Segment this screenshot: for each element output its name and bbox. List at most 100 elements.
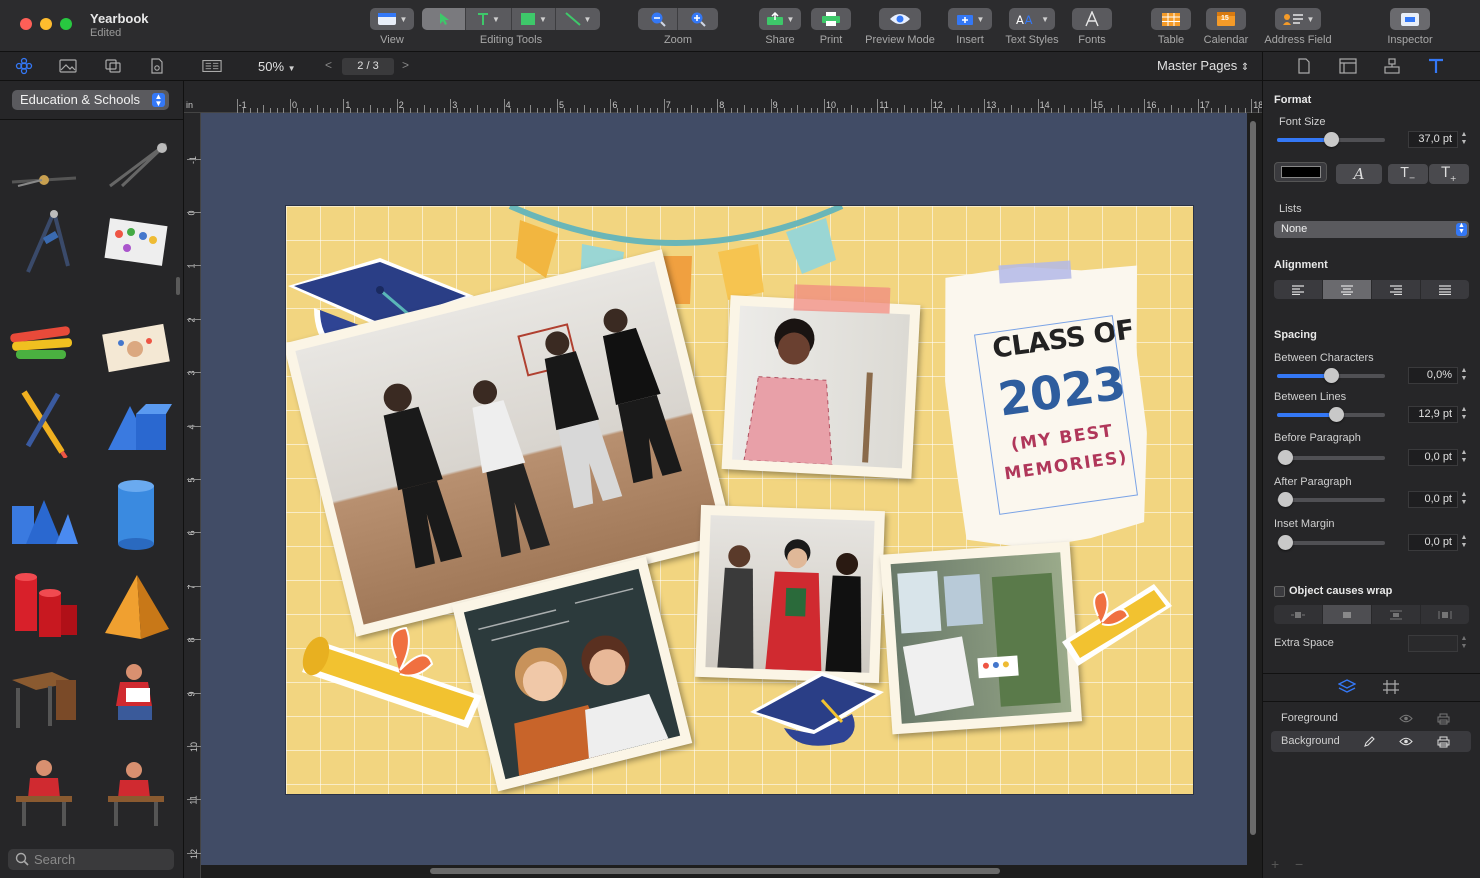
- eye-icon[interactable]: [1399, 714, 1413, 723]
- select-tool-button[interactable]: [422, 8, 466, 30]
- font-size-field[interactable]: 37,0 pt: [1408, 131, 1458, 148]
- font-size-stepper[interactable]: ▲ ▼: [1459, 131, 1469, 148]
- share-button[interactable]: ▼: [759, 8, 801, 30]
- after-paragraph-stepper[interactable]: ▲ ▼: [1459, 491, 1469, 508]
- shape-tool-button[interactable]: ▼: [512, 8, 556, 30]
- clipart-student-studying[interactable]: [100, 761, 172, 826]
- library-scrollbar[interactable]: [176, 277, 180, 295]
- page-layout-toggle[interactable]: [202, 57, 222, 75]
- photo-student-group[interactable]: [695, 504, 885, 684]
- increase-font-size-button[interactable]: T+: [1429, 164, 1469, 184]
- horizontal-ruler[interactable]: in -1 0 1 2 3 4 5 6 7 8 9 10 11 12 13 14 15 16 17 18: [184, 81, 1299, 113]
- wrap-none-button[interactable]: [1274, 605, 1323, 624]
- page-indicator[interactable]: 2 / 3: [342, 58, 394, 75]
- canvas-vertical-scrollbar[interactable]: [1250, 121, 1256, 835]
- library-category-select[interactable]: Education & Schools ▲ ▼: [12, 90, 169, 110]
- view-button[interactable]: ▼: [370, 8, 414, 30]
- layers-tab[interactable]: [1337, 679, 1357, 698]
- wrap-around-button[interactable]: [1323, 605, 1372, 624]
- zoom-level-popup[interactable]: 50% ▼: [258, 59, 296, 74]
- clipart-drafting-compass[interactable]: [8, 143, 80, 205]
- document-inspector-tab[interactable]: [1293, 57, 1315, 75]
- after-paragraph-slider-knob[interactable]: [1278, 492, 1293, 507]
- wrap-above-below-button[interactable]: [1372, 605, 1421, 624]
- lists-select[interactable]: None ▲ ▼: [1274, 221, 1469, 238]
- yearbook-page[interactable]: CLASS OF 2023 (MY BEST MEMORIES): [286, 206, 1193, 794]
- font-size-slider-knob[interactable]: [1324, 132, 1339, 147]
- text-styles-button[interactable]: AA ▼: [1009, 8, 1055, 30]
- clipart-red-cylinders[interactable]: [8, 573, 80, 637]
- grid-tab[interactable]: [1382, 679, 1400, 698]
- close-window-button[interactable]: [20, 18, 32, 30]
- remove-layer-button[interactable]: −: [1295, 856, 1303, 872]
- preview-mode-button[interactable]: [879, 8, 921, 30]
- clipart-pencils[interactable]: [8, 390, 80, 458]
- clipart-chalk-sticks[interactable]: [6, 311, 78, 373]
- clipart-prism-shapes[interactable]: [6, 487, 78, 549]
- calendar-toolbar-item[interactable]: 15 Calendar: [1202, 8, 1250, 48]
- clipart-paint-palette[interactable]: [100, 213, 172, 275]
- pencil-icon[interactable]: [1363, 736, 1375, 748]
- between-characters-slider-knob[interactable]: [1324, 368, 1339, 383]
- clipart-student-reading[interactable]: [100, 664, 172, 727]
- inset-margin-field[interactable]: 0,0 pt: [1408, 534, 1458, 551]
- print-toolbar-item[interactable]: Print: [811, 8, 851, 48]
- font-size-slider[interactable]: [1277, 132, 1385, 147]
- layer-background[interactable]: Background: [1271, 731, 1471, 752]
- zoom-window-button[interactable]: [60, 18, 72, 30]
- before-paragraph-slider-knob[interactable]: [1278, 450, 1293, 465]
- clipart-painting-hand[interactable]: [100, 317, 172, 379]
- address-field-button[interactable]: ▼: [1275, 8, 1321, 30]
- inset-margin-stepper[interactable]: ▲ ▼: [1459, 534, 1469, 551]
- clipart-blue-compass[interactable]: [8, 210, 80, 273]
- library-images-tab[interactable]: [58, 57, 78, 75]
- between-characters-field[interactable]: 0,0%: [1408, 367, 1458, 384]
- arrange-inspector-tab[interactable]: [1381, 57, 1403, 75]
- between-lines-field[interactable]: 12,9 pt: [1408, 406, 1458, 423]
- text-selection-box[interactable]: [974, 315, 1138, 515]
- inspector-toolbar-item[interactable]: Inspector: [1384, 8, 1436, 48]
- between-characters-stepper[interactable]: ▲ ▼: [1459, 367, 1469, 384]
- clipart-compass-tool[interactable]: [100, 133, 172, 195]
- extra-space-field[interactable]: [1408, 635, 1458, 652]
- view-toolbar-item[interactable]: ▼ View: [369, 8, 415, 48]
- preview-mode-toolbar-item[interactable]: Preview Mode: [861, 8, 939, 48]
- before-paragraph-field[interactable]: 0,0 pt: [1408, 449, 1458, 466]
- align-right-button[interactable]: [1372, 280, 1421, 299]
- fonts-button[interactable]: [1072, 8, 1112, 30]
- clipart-school-desk[interactable]: [8, 665, 80, 728]
- master-pages-popup[interactable]: Master Pages ⇕: [1157, 58, 1249, 73]
- text-styles-toolbar-item[interactable]: AA ▼ Text Styles: [1004, 8, 1060, 48]
- table-toolbar-item[interactable]: Table: [1151, 8, 1191, 48]
- before-paragraph-stepper[interactable]: ▲ ▼: [1459, 449, 1469, 466]
- line-tool-button[interactable]: ▼: [556, 8, 600, 30]
- next-page-button[interactable]: >: [402, 58, 409, 72]
- layer-foreground[interactable]: Foreground: [1271, 708, 1471, 729]
- between-lines-stepper[interactable]: ▲ ▼: [1459, 406, 1469, 423]
- inset-margin-slider-knob[interactable]: [1278, 535, 1293, 550]
- clipart-blue-cylinder[interactable]: [100, 480, 172, 550]
- clipart-blue-geometric-shapes[interactable]: [100, 391, 172, 453]
- text-tool-button[interactable]: ▼: [466, 8, 512, 30]
- address-field-toolbar-item[interactable]: ▼ Address Field: [1262, 8, 1334, 48]
- text-font-button[interactable]: A: [1336, 164, 1382, 184]
- align-center-button[interactable]: [1323, 280, 1372, 299]
- extra-space-stepper[interactable]: ▲ ▼: [1459, 635, 1469, 652]
- zoom-in-button[interactable]: [678, 8, 718, 30]
- insert-button[interactable]: ▼: [948, 8, 992, 30]
- after-paragraph-field[interactable]: 0,0 pt: [1408, 491, 1458, 508]
- layout-inspector-tab[interactable]: [1337, 57, 1359, 75]
- photo-art-painting[interactable]: [879, 541, 1083, 735]
- table-button[interactable]: [1151, 8, 1191, 30]
- align-justify-button[interactable]: [1421, 280, 1469, 299]
- clipart-student-at-desk[interactable]: [8, 760, 80, 826]
- calendar-button[interactable]: 15: [1206, 8, 1246, 30]
- inspector-button[interactable]: [1390, 8, 1430, 30]
- share-toolbar-item[interactable]: ▼ Share: [758, 8, 802, 48]
- previous-page-button[interactable]: <: [325, 58, 332, 72]
- between-lines-slider-knob[interactable]: [1329, 407, 1345, 422]
- fonts-toolbar-item[interactable]: Fonts: [1071, 8, 1113, 48]
- text-color-well[interactable]: [1274, 162, 1327, 182]
- before-paragraph-slider[interactable]: [1277, 450, 1385, 465]
- between-lines-slider[interactable]: [1277, 407, 1385, 422]
